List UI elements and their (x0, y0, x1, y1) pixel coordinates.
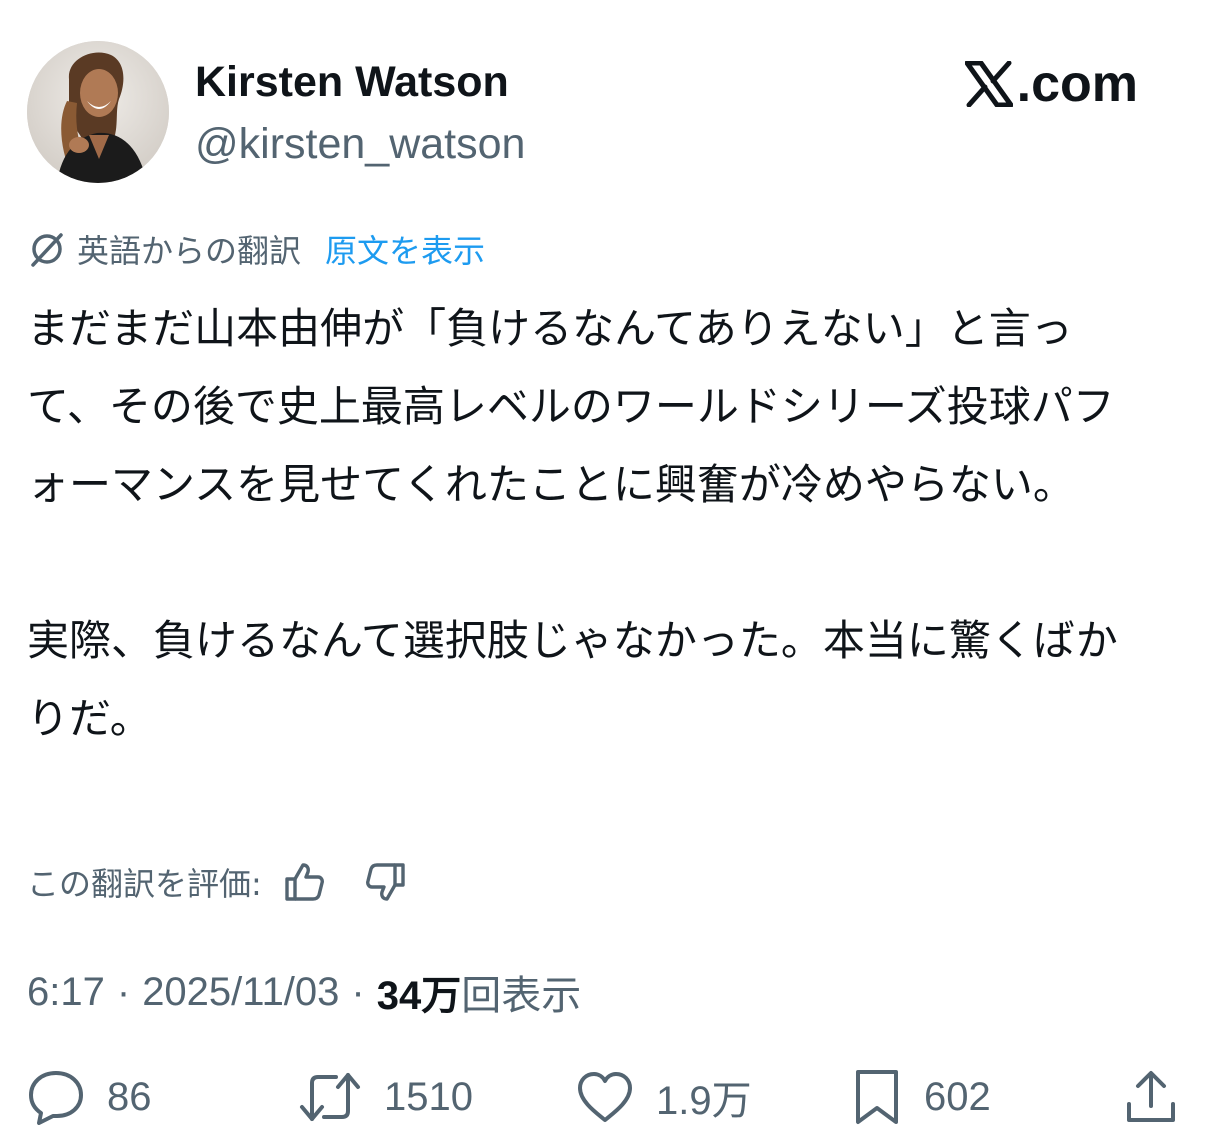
repost-count: 1510 (384, 1074, 473, 1119)
views-label: 回表示 (461, 974, 582, 1018)
brand-label: .com (1016, 55, 1138, 113)
reply-icon (27, 1069, 85, 1125)
post-date[interactable]: 2025/11/03 (142, 970, 339, 1015)
reply-count: 86 (107, 1074, 152, 1119)
author-display-name[interactable]: Kirsten Watson (195, 56, 509, 108)
thumbs-up-icon (283, 861, 325, 903)
like-button[interactable]: 1.9万 (576, 1066, 752, 1128)
translated-from-label: 英語からの翻訳 (77, 232, 302, 270)
tweet-text: まだまだ山本由伸が「負けるなんてありえない」と言って、その後で史上最高レベルのワ… (27, 290, 1152, 758)
meta-separator: · (116, 969, 131, 1014)
x-logo-icon (964, 61, 1013, 107)
reply-button[interactable]: 86 (27, 1066, 152, 1128)
heart-icon (576, 1070, 634, 1124)
rate-translation-label: この翻訳を評価: (27, 865, 262, 903)
avatar-photo (27, 41, 169, 183)
repost-icon (298, 1069, 362, 1125)
post-time[interactable]: 6:17 (27, 970, 105, 1015)
views-count[interactable]: 34万 (377, 963, 462, 1021)
thumbs-up-button[interactable] (280, 858, 328, 906)
thumbs-down-icon (365, 861, 407, 903)
tweet-paragraph: 実際、負けるなんて選択肢じゃなかった。本当に驚くばかりだ。 (27, 616, 1118, 743)
bookmark-count: 602 (924, 1074, 991, 1119)
show-original-link[interactable]: 原文を表示 (325, 226, 485, 272)
meta-separator: · (351, 969, 365, 1014)
action-bar: 86 1510 1.9万 602 (0, 1066, 1206, 1128)
avatar[interactable] (27, 41, 169, 183)
translation-bar: 英語からの翻訳 原文を表示 (27, 226, 485, 272)
translate-icon (27, 229, 67, 269)
author-handle[interactable]: @kirsten_watson (195, 118, 525, 170)
tweet-meta: 6:17 · 2025/11/03 · 34万 回表示 (27, 963, 582, 1021)
repost-button[interactable]: 1510 (298, 1066, 473, 1128)
share-icon (1124, 1068, 1178, 1126)
rate-translation-row: この翻訳を評価: (27, 858, 410, 906)
like-count: 1.9万 (656, 1079, 752, 1123)
bookmark-button[interactable]: 602 (852, 1066, 991, 1128)
brand-watermark: .com (964, 55, 1138, 113)
tweet-paragraph: まだまだ山本由伸が「負けるなんてありえない」と言って、その後で史上最高レベルのワ… (27, 304, 1115, 509)
thumbs-down-button[interactable] (362, 858, 410, 906)
share-button[interactable] (1124, 1066, 1178, 1128)
bookmark-icon (852, 1068, 902, 1126)
